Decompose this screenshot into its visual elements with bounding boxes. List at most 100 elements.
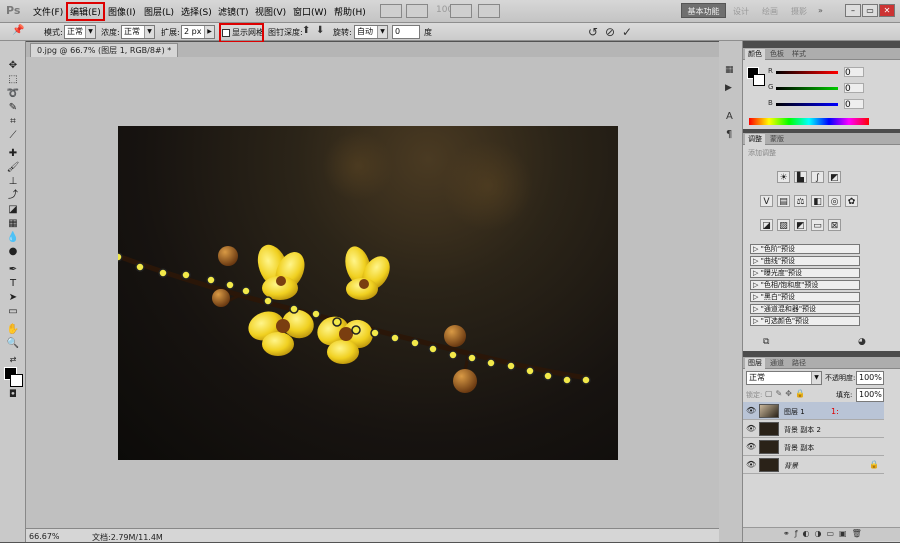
- curves-icon[interactable]: ∫: [811, 171, 824, 183]
- preset-channel-mixer[interactable]: ▷ "通道混和器"预设: [750, 304, 860, 314]
- levels-icon[interactable]: ▙: [794, 171, 807, 183]
- quick-select-tool-icon[interactable]: ✎: [6, 102, 20, 113]
- brush-tool-icon[interactable]: 🖌: [6, 162, 20, 173]
- tab-swatches[interactable]: 色板: [767, 49, 787, 60]
- puppet-pin[interactable]: [181, 270, 191, 280]
- selective-color-icon[interactable]: ⊠: [828, 219, 841, 231]
- hand-tool-icon[interactable]: ✋: [6, 324, 20, 335]
- document-tab[interactable]: 0.jpg @ 66.7% (图层 1, RGB/8#) *: [30, 43, 179, 57]
- stamp-tool-icon[interactable]: ⊥: [6, 176, 20, 187]
- puppet-pin[interactable]: [448, 350, 458, 360]
- eye-icon[interactable]: 👁: [746, 405, 756, 416]
- exposure-icon[interactable]: ◩: [828, 171, 841, 183]
- mode-select[interactable]: 正常 ▼: [64, 25, 96, 39]
- fill-input[interactable]: 100%: [856, 388, 884, 402]
- tab-layers[interactable]: 图层: [745, 358, 765, 369]
- reset-icon[interactable]: ↺: [588, 25, 598, 39]
- puppet-pin[interactable]: [467, 353, 477, 363]
- channel-g-slider[interactable]: [776, 87, 838, 90]
- puppet-pin[interactable]: [543, 371, 553, 381]
- preset-black-white[interactable]: ▷ "黑白"预设: [750, 292, 860, 302]
- history-brush-tool-icon[interactable]: ⤴: [6, 190, 20, 201]
- background-color-swatch[interactable]: [10, 374, 23, 387]
- channel-r-slider[interactable]: [776, 71, 838, 74]
- puppet-pin[interactable]: [370, 328, 380, 338]
- eye-icon[interactable]: 👁: [746, 423, 756, 434]
- color-spectrum[interactable]: [749, 118, 869, 125]
- expand-input[interactable]: 2 px ▶: [181, 25, 215, 39]
- puppet-pin[interactable]: [225, 280, 235, 290]
- lasso-tool-icon[interactable]: ➰: [6, 88, 20, 99]
- panel-options-icon[interactable]: ◕: [858, 337, 866, 347]
- document-image[interactable]: [113, 126, 618, 460]
- puppet-pin[interactable]: [241, 286, 251, 296]
- puppet-pin[interactable]: [158, 268, 168, 278]
- dodge-tool-icon[interactable]: ●: [6, 246, 20, 257]
- channel-b-value[interactable]: 0: [844, 99, 864, 110]
- puppet-pin[interactable]: [135, 262, 145, 272]
- channel-r-value[interactable]: 0: [844, 67, 864, 78]
- tab-masks[interactable]: 蒙版: [767, 134, 787, 145]
- black-white-icon[interactable]: ◧: [811, 195, 824, 207]
- layer-row[interactable]: 👁 背景 🔒: [743, 456, 884, 474]
- crop-tool-icon[interactable]: ⌗: [6, 116, 20, 127]
- puppet-pin[interactable]: [410, 338, 420, 348]
- marquee-tool-icon[interactable]: ⬚: [6, 74, 20, 85]
- healing-brush-tool-icon[interactable]: ✚: [6, 148, 20, 159]
- hand-tool-button[interactable]: [406, 4, 428, 18]
- menu-image[interactable]: 图像(I): [108, 5, 136, 18]
- gradient-map-icon[interactable]: ▭: [811, 219, 824, 231]
- eye-icon[interactable]: 👁: [746, 441, 756, 452]
- history-panel-icon[interactable]: ▦: [725, 65, 734, 75]
- zoom-tool-icon[interactable]: 🔍: [6, 338, 20, 349]
- threshold-icon[interactable]: ◩: [794, 219, 807, 231]
- blur-tool-icon[interactable]: 💧: [6, 232, 20, 243]
- workspace-painting[interactable]: 绘画: [762, 6, 778, 17]
- puppet-pin[interactable]: [525, 366, 535, 376]
- invert-icon[interactable]: ◪: [760, 219, 773, 231]
- menu-filter[interactable]: 滤镜(T): [218, 5, 249, 18]
- puppet-pin[interactable]: [506, 361, 516, 371]
- tab-color[interactable]: 颜色: [745, 49, 765, 60]
- puppet-pin[interactable]: [289, 304, 299, 314]
- brightness-icon[interactable]: ☀: [777, 171, 790, 183]
- workspace-design[interactable]: 设计: [733, 6, 749, 17]
- menu-file[interactable]: 文件(F): [33, 5, 63, 18]
- minimize-icon[interactable]: –: [845, 4, 861, 17]
- gradient-tool-icon[interactable]: ▦: [6, 218, 20, 229]
- puppet-pin[interactable]: [113, 252, 123, 262]
- menu-edit[interactable]: 编辑(E): [66, 2, 105, 21]
- preset-hue-saturation[interactable]: ▷ "色相/饱和度"预设: [750, 280, 860, 290]
- menu-view[interactable]: 视图(V): [255, 5, 286, 18]
- puppet-pin[interactable]: [206, 275, 216, 285]
- menu-help[interactable]: 帮助(H): [334, 5, 366, 18]
- paragraph-panel-icon[interactable]: ¶: [726, 129, 732, 140]
- density-select[interactable]: 正常 ▼: [121, 25, 155, 39]
- eye-icon[interactable]: 👁: [746, 459, 756, 470]
- posterize-icon[interactable]: ▨: [777, 219, 790, 231]
- pin-tool-icon[interactable]: 📌: [12, 25, 24, 36]
- opacity-input[interactable]: 100%: [856, 371, 884, 385]
- arrange-docs-button[interactable]: [450, 4, 472, 18]
- preset-selective-color[interactable]: ▷ "可选颜色"预设: [750, 316, 860, 326]
- tab-styles[interactable]: 样式: [789, 49, 809, 60]
- bg-color-chip[interactable]: [753, 74, 765, 86]
- puppet-pin[interactable]: [311, 309, 321, 319]
- path-select-tool-icon[interactable]: ➤: [6, 292, 20, 303]
- puppet-pin[interactable]: [390, 333, 400, 343]
- layer-actions-icons[interactable]: ⚭ƒ◐◑▭▣🗑: [783, 529, 867, 538]
- puppet-pin[interactable]: [263, 296, 273, 306]
- move-tool-icon[interactable]: ✥: [6, 60, 20, 71]
- close-icon[interactable]: ✕: [879, 4, 895, 17]
- layer-row[interactable]: 👁 背景 副本 2: [743, 420, 884, 438]
- preset-curves[interactable]: ▷ "曲线"预设: [750, 256, 860, 266]
- restore-icon[interactable]: ▭: [862, 4, 878, 17]
- menu-window[interactable]: 窗口(W): [293, 5, 327, 18]
- layer-row[interactable]: 👁 图层 1 1:: [743, 402, 884, 420]
- character-panel-icon[interactable]: A: [726, 111, 733, 122]
- puppet-pin[interactable]: [486, 358, 496, 368]
- hue-saturation-icon[interactable]: ▤: [777, 195, 790, 207]
- channel-g-value[interactable]: 0: [844, 83, 864, 94]
- screen-mode-button[interactable]: [380, 4, 402, 18]
- tab-adjustments[interactable]: 调整: [745, 134, 765, 145]
